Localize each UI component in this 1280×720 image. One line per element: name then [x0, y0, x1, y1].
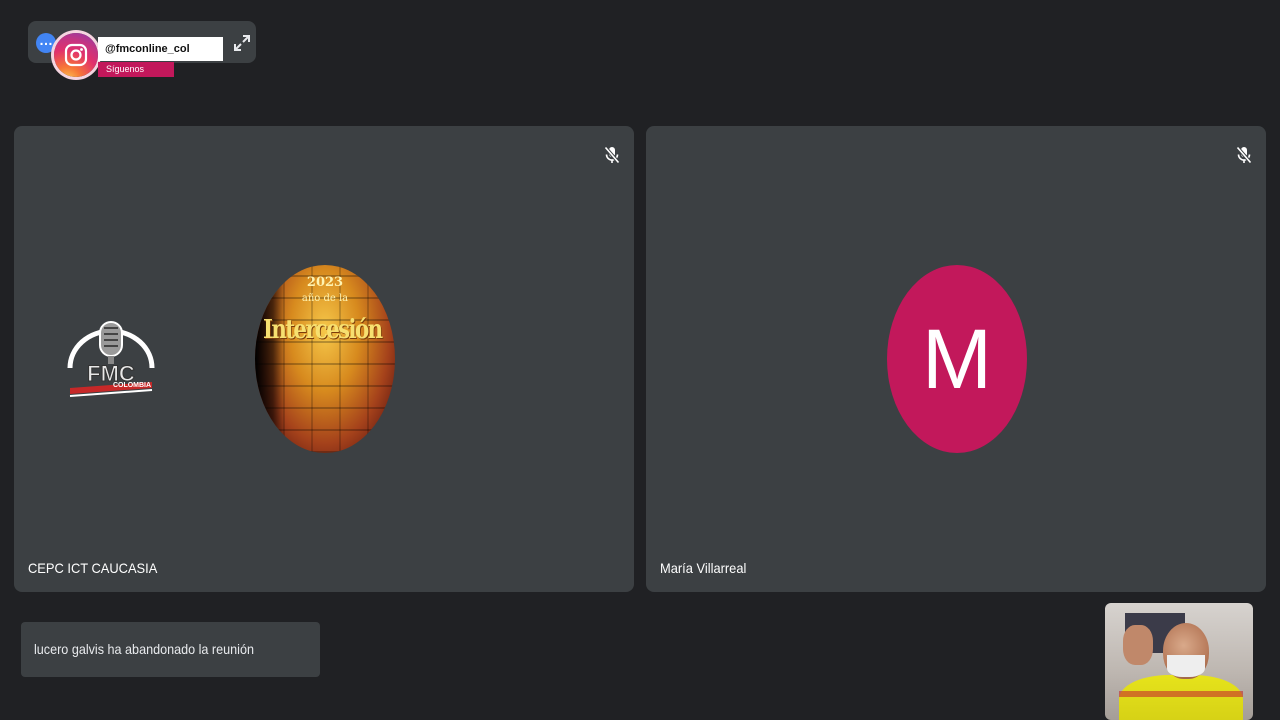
participant-tile-caucasia[interactable]: FMC COLOMBIA 2023 año de la Intercesión …	[14, 126, 634, 592]
participant-tile-maria[interactable]: M María Villarreal	[646, 126, 1266, 592]
avatar-year: 2023	[306, 275, 344, 290]
participant-name: CEPC ICT CAUCASIA	[28, 560, 158, 576]
mic-off-icon	[604, 146, 620, 164]
shirt-stripe	[1119, 691, 1243, 697]
person-shirt	[1119, 675, 1243, 720]
fmc-logo-subtext: COLOMBIA	[113, 382, 151, 389]
participant-avatar-image: 2023 año de la Intercesión	[255, 265, 395, 453]
mic-off-icon	[1236, 146, 1252, 164]
follow-label: Síguenos	[98, 62, 174, 77]
instagram-handle: @fmconline_col	[98, 37, 223, 61]
person-beard	[1167, 655, 1205, 677]
notification-toast: lucero galvis ha abandonado la reunión	[21, 622, 320, 677]
more-options-icon[interactable]: …	[36, 33, 56, 53]
participant-avatar-initial: M	[887, 265, 1027, 453]
instagram-icon	[54, 33, 98, 77]
participant-name: María Villarreal	[660, 560, 747, 576]
avatar-subtitle: año de la	[301, 293, 349, 304]
person-hand	[1123, 625, 1153, 665]
expand-icon[interactable]	[232, 33, 252, 53]
avatar-title: Intercesión	[263, 315, 383, 345]
self-view-video[interactable]	[1105, 603, 1253, 720]
toast-message: lucero galvis ha abandonado la reunión	[34, 641, 254, 657]
fmc-colombia-logo: FMC COLOMBIA	[64, 316, 158, 402]
